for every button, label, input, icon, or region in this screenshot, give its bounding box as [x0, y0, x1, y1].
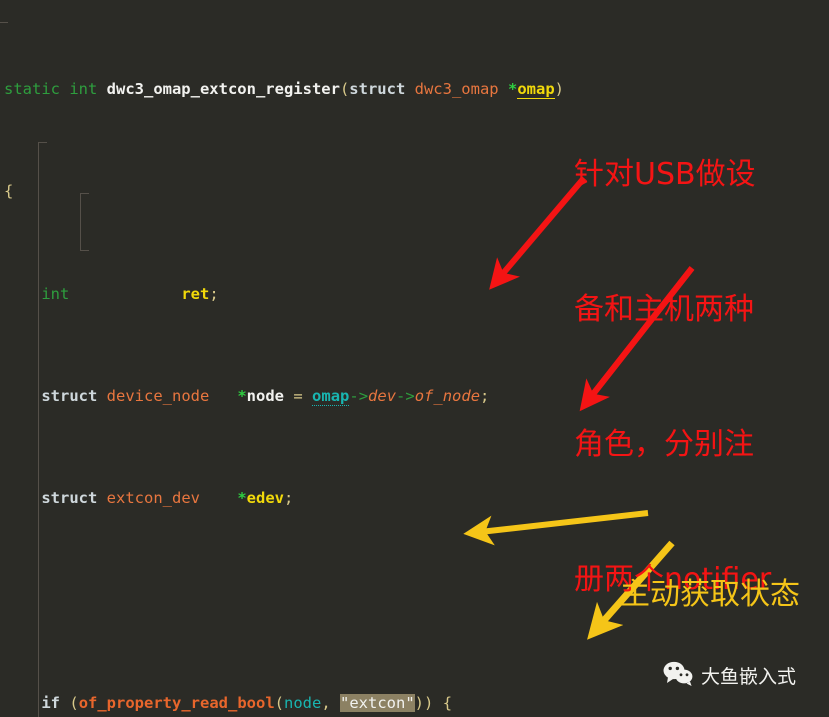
yellow-annotation-line: 主动获取状态 — [620, 577, 800, 612]
code-line: if (of_property_read_bool(node, "extcon"… — [41, 694, 453, 713]
wechat-icon — [663, 661, 693, 690]
yellow-annotation-text: 主动获取状态 — [620, 505, 800, 685]
red-annotation-line: 针对USB做设 — [574, 157, 756, 192]
watermark-text: 大鱼嵌入式 — [701, 666, 797, 688]
red-annotation-line: 角色，分别注 — [574, 427, 754, 462]
screenshot-root: static int dwc3_omap_extcon_register(str… — [0, 0, 829, 717]
watermark: 大鱼嵌入式 — [663, 661, 796, 690]
red-annotation-line: 备和主机两种 — [574, 292, 754, 327]
